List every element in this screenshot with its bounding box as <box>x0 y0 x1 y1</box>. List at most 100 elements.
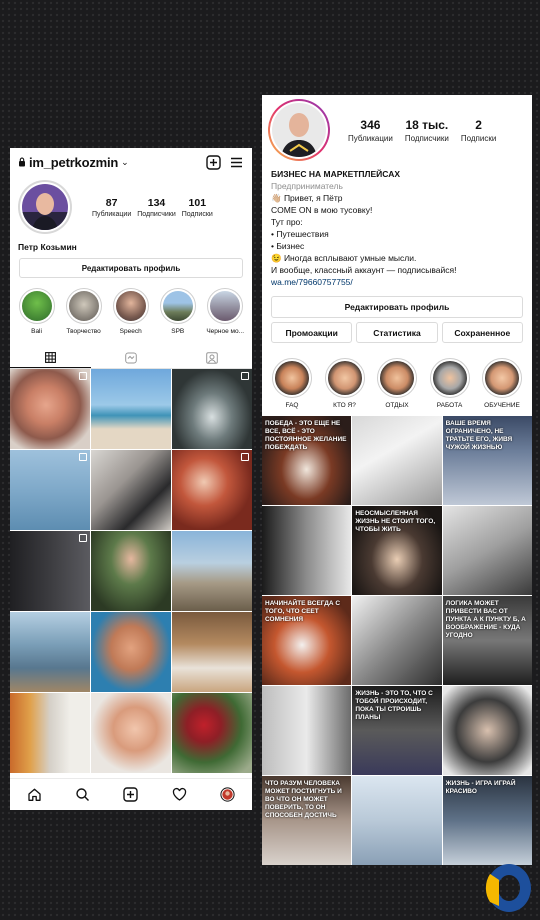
post-caption-overlay: ЖИЗНЬ - ИГРА ИГРАЙ КРАСИВО <box>445 780 516 795</box>
post-caption-overlay: ЧТО РАЗУМ ЧЕЛОВЕКА МОЖЕТ ПОСТИГНУТЬ И ВО… <box>265 780 342 819</box>
post-thumbnail[interactable] <box>91 612 171 692</box>
highlight-faq[interactable]: FAQ <box>270 358 314 409</box>
post-thumbnail[interactable] <box>172 531 252 611</box>
bio-line: • Бизнес <box>271 241 305 251</box>
posts-count: 87 Публикации <box>92 196 132 218</box>
posts-grid: ПОБЕДА - ЭТО ЕЩЕ НЕ ВСЕ, ВСЁ - ЭТО ПОСТО… <box>262 416 532 865</box>
post-thumbnail[interactable] <box>10 612 90 692</box>
highlight-speech[interactable]: Speech <box>112 288 149 335</box>
bottom-nav <box>10 778 252 810</box>
post-thumbnail[interactable] <box>262 686 352 775</box>
highlight-spb[interactable]: SPB <box>159 288 196 335</box>
heart-icon[interactable] <box>172 787 187 802</box>
avatar[interactable] <box>268 99 330 161</box>
chevron-down-icon[interactable]: ⌄ <box>121 157 129 168</box>
bio-line: • Путешествия <box>271 229 329 239</box>
post-thumbnail[interactable] <box>10 369 90 449</box>
brand-logo <box>485 864 531 912</box>
search-icon[interactable] <box>75 787 90 802</box>
bio-title: БИЗНЕС НА МАРКЕТПЛЕЙСАХ <box>271 169 401 179</box>
lock-icon <box>19 157 25 167</box>
following-count[interactable]: 101 Подписки <box>182 197 213 218</box>
edit-profile-button[interactable]: Редактировать профиль <box>271 296 523 318</box>
highlight-creativity[interactable]: Творчество <box>65 288 102 335</box>
post-thumbnail[interactable] <box>352 776 442 865</box>
post-thumbnail[interactable] <box>172 369 252 449</box>
promotions-button[interactable]: Промоакции <box>271 322 353 343</box>
profile-screen-left: im_petrkozmin ⌄ 87 Публикации 134 Подпис… <box>10 148 252 810</box>
bio: БИЗНЕС НА МАРКЕТПЛЕЙСАХ Предприниматель … <box>262 161 532 288</box>
profile-tabs <box>10 347 252 369</box>
following-count[interactable]: 2 Подписки <box>461 118 496 143</box>
insights-button[interactable]: Статистика <box>356 322 438 343</box>
post-thumbnail[interactable]: ЛОГИКА МОЖЕТ ПРИВЕСТИ ВАС ОТ ПУНКТА А К … <box>442 596 532 685</box>
post-thumbnail[interactable] <box>91 369 171 449</box>
post-thumbnail[interactable] <box>442 686 532 775</box>
avatar-image <box>22 184 68 230</box>
highlights-row: FAQ КТО Я? ОТДЫХ РАБОТА ОБУЧЕНИЕ <box>262 343 532 409</box>
profile-icon[interactable] <box>220 787 235 802</box>
bio-link[interactable]: wa.me/79660757755/ <box>271 276 523 288</box>
post-thumbnail[interactable] <box>352 416 442 505</box>
grid-icon <box>44 351 56 363</box>
posts-count: 346 Публикации <box>348 117 393 143</box>
post-thumbnail[interactable] <box>91 693 171 773</box>
post-thumbnail[interactable]: ЧТО РАЗУМ ЧЕЛОВЕКА МОЖЕТ ПОСТИГНУТЬ И ВО… <box>262 776 352 865</box>
home-icon[interactable] <box>27 787 42 802</box>
post-caption-overlay: НАЧИНАЙТЕ ВСЕГДА С ТОГО, ЧТО СЕЕТ СОМНЕН… <box>265 600 341 623</box>
saved-button[interactable]: Сохраненное <box>441 322 523 343</box>
post-thumbnail[interactable]: НАЧИНАЙТЕ ВСЕГДА С ТОГО, ЧТО СЕЕТ СОМНЕН… <box>262 596 352 685</box>
highlights-row: Bali Творчество Speech SPB Черное мо... <box>10 278 252 335</box>
post-thumbnail[interactable]: НЕОСМЫСЛЕННАЯ ЖИЗНЬ НЕ СТОИТ ТОГО, ЧТОБЫ… <box>352 506 442 595</box>
post-thumbnail[interactable] <box>172 450 252 530</box>
username[interactable]: im_petrkozmin <box>29 155 118 170</box>
post-caption-overlay: ВАШЕ ВРЕМЯ ОГРАНИЧЕНО, НЕ ТРАТЬТЕ ЕГО, Ж… <box>445 420 513 451</box>
post-thumbnail[interactable] <box>442 506 532 595</box>
reels-icon <box>125 352 137 363</box>
bio-line: 😉 Иногда всплывают умные мысли. <box>271 253 417 263</box>
highlight-who-am-i[interactable]: КТО Я? <box>323 358 367 409</box>
tab-grid[interactable] <box>10 347 91 368</box>
post-thumbnail[interactable]: ЖИЗНЬ - ИГРА ИГРАЙ КРАСИВО <box>442 776 532 865</box>
post-thumbnail[interactable] <box>172 693 252 773</box>
highlight-black-sea[interactable]: Черное мо... <box>206 288 244 335</box>
bio-category: Предприниматель <box>271 181 343 191</box>
post-thumbnail[interactable] <box>10 450 90 530</box>
highlight-work[interactable]: РАБОТА <box>428 358 472 409</box>
post-thumbnail[interactable] <box>91 450 171 530</box>
post-thumbnail[interactable] <box>10 531 90 611</box>
bio-line: COME ON в мою тусовку! <box>271 205 373 215</box>
post-caption-overlay: ЖИЗНЬ - ЭТО ТО, ЧТО С ТОБОЙ ПРОИСХОДИТ, … <box>355 690 433 721</box>
avatar-image <box>272 103 326 157</box>
tab-tagged[interactable] <box>171 347 252 368</box>
edit-profile-button[interactable]: Редактировать профиль <box>19 258 243 278</box>
post-thumbnail[interactable]: ВАШЕ ВРЕМЯ ОГРАНИЧЕНО, НЕ ТРАТЬТЕ ЕГО, Ж… <box>442 416 532 505</box>
post-thumbnail[interactable] <box>352 596 442 685</box>
post-thumbnail[interactable] <box>91 531 171 611</box>
highlight-bali[interactable]: Bali <box>18 288 55 335</box>
avatar[interactable] <box>18 180 72 234</box>
post-thumbnail[interactable] <box>172 612 252 692</box>
posts-grid <box>10 369 252 773</box>
post-caption-overlay: НЕОСМЫСЛЕННАЯ ЖИЗНЬ НЕ СТОИТ ТОГО, ЧТОБЫ… <box>355 510 436 533</box>
highlight-rest[interactable]: ОТДЫХ <box>375 358 419 409</box>
tagged-icon <box>205 351 218 364</box>
post-thumbnail[interactable]: ЖИЗНЬ - ЭТО ТО, ЧТО С ТОБОЙ ПРОИСХОДИТ, … <box>352 686 442 775</box>
bio-line: И вообще, классный аккаунт — подписывайс… <box>271 265 457 275</box>
followers-count[interactable]: 18 тыс. Подписчики <box>405 118 449 143</box>
profile-name: Петр Козьмин <box>18 242 77 252</box>
post-thumbnail[interactable]: ПОБЕДА - ЭТО ЕЩЕ НЕ ВСЕ, ВСЁ - ЭТО ПОСТО… <box>262 416 352 505</box>
followers-count[interactable]: 134 Подписчики <box>137 197 176 218</box>
add-post-icon[interactable] <box>206 154 221 170</box>
post-caption-overlay: ЛОГИКА МОЖЕТ ПРИВЕСТИ ВАС ОТ ПУНКТА А К … <box>445 600 526 639</box>
add-icon[interactable] <box>123 787 139 802</box>
profile-header: im_petrkozmin ⌄ <box>10 148 252 176</box>
bio-line: Тут про: <box>271 217 303 227</box>
menu-icon[interactable] <box>229 155 244 170</box>
post-caption-overlay: ПОБЕДА - ЭТО ЕЩЕ НЕ ВСЕ, ВСЁ - ЭТО ПОСТО… <box>265 420 347 451</box>
profile-screen-right: 346 Публикации 18 тыс. Подписчики 2 Подписк… <box>262 95 532 865</box>
post-thumbnail[interactable] <box>262 506 352 595</box>
post-thumbnail[interactable] <box>10 693 90 773</box>
highlight-education[interactable]: ОБУЧЕНИЕ <box>480 358 524 409</box>
tab-reels[interactable] <box>91 347 172 368</box>
